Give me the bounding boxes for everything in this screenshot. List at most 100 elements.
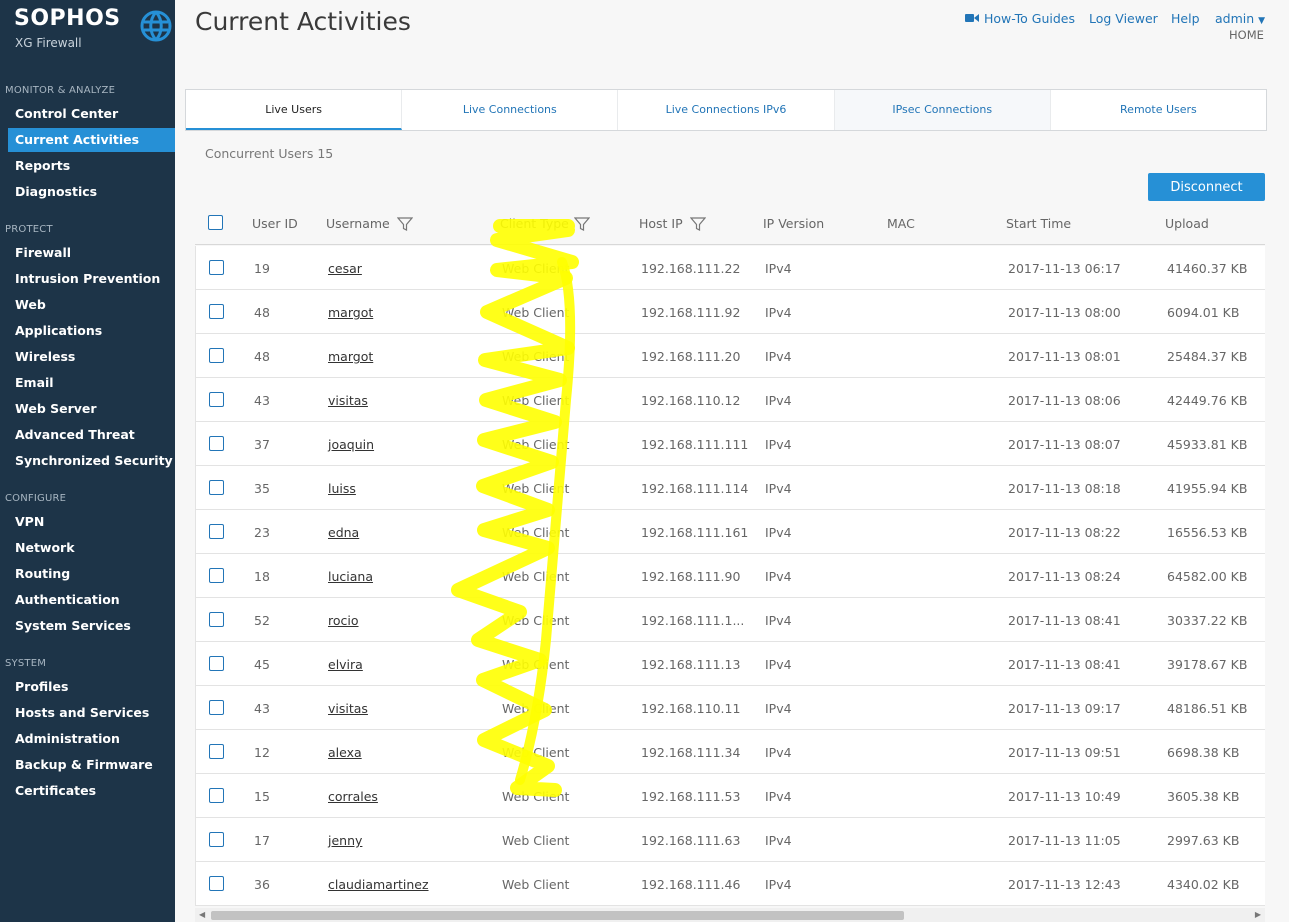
row-checkbox[interactable] <box>209 392 224 407</box>
sidebar-item-web-server[interactable]: Web Server <box>8 397 175 421</box>
sidebar-item-routing[interactable]: Routing <box>8 562 175 586</box>
filter-icon[interactable] <box>397 216 413 232</box>
row-checkbox[interactable] <box>209 568 224 583</box>
row-checkbox[interactable] <box>209 612 224 627</box>
table-row[interactable]: 43 visitas Web Client 192.168.110.12 IPv4 201… <box>195 378 1265 422</box>
table-row[interactable]: 17 jenny Web Client 192.168.111.63 IPv4 2017-… <box>195 818 1265 862</box>
sidebar-item-current-activities[interactable]: Current Activities <box>8 128 175 152</box>
row-checkbox[interactable] <box>209 656 224 671</box>
sidebar-item-administration[interactable]: Administration <box>8 727 175 751</box>
column-header-upload[interactable]: Upload <box>1165 216 1209 231</box>
cell-start: 2017-11-13 08:18 <box>1008 481 1121 496</box>
sidebar-item-email[interactable]: Email <box>8 371 175 395</box>
table-row[interactable]: 45 elvira Web Client 192.168.111.13 IPv4 2017… <box>195 642 1265 686</box>
table-row[interactable]: 36 claudiamartinez Web Client 192.168.111.4… <box>195 862 1265 906</box>
username-link[interactable]: cesar <box>328 261 362 276</box>
username-link[interactable]: joaquin <box>328 437 374 452</box>
table-row[interactable]: 18 luciana Web Client 192.168.111.90 IPv4 201… <box>195 554 1265 598</box>
username-link[interactable]: margot <box>328 305 373 320</box>
disconnect-button[interactable]: Disconnect <box>1148 173 1265 201</box>
table-row[interactable]: 48 margot Web Client 192.168.111.20 IPv4 2017… <box>195 334 1265 378</box>
sidebar-item-backup-firmware[interactable]: Backup & Firmware <box>8 753 175 777</box>
row-checkbox[interactable] <box>209 832 224 847</box>
table-row[interactable]: 19 cesar Web Client 192.168.111.22 IPv4 2017-… <box>195 246 1265 290</box>
admin-menu[interactable]: admin ▼ <box>1215 11 1265 26</box>
sidebar-item-authentication[interactable]: Authentication <box>8 588 175 612</box>
column-header-host-ip[interactable]: Host IP <box>639 216 683 231</box>
column-header-ip-version[interactable]: IP Version <box>763 216 824 231</box>
log-viewer-link[interactable]: Log Viewer <box>1089 11 1158 26</box>
cell-upload: 41460.37 KB <box>1167 261 1248 276</box>
sidebar-item-synchronized-security[interactable]: Synchronized Security <box>8 449 175 473</box>
sidebar-item-web[interactable]: Web <box>8 293 175 317</box>
table-row[interactable]: 35 luiss Web Client 192.168.111.114 IPv4 2017… <box>195 466 1265 510</box>
scrollbar-thumb[interactable] <box>211 911 904 920</box>
row-checkbox[interactable] <box>209 260 224 275</box>
sidebar-item-network[interactable]: Network <box>8 536 175 560</box>
horizontal-scrollbar[interactable]: ◀ ▶ <box>195 908 1265 922</box>
select-all-checkbox[interactable] <box>208 215 223 230</box>
sidebar-item-intrusion-prevention[interactable]: Intrusion Prevention <box>8 267 175 291</box>
sophos-logo[interactable]: SOPHOS XG Firewall <box>14 6 172 50</box>
username-link[interactable]: jenny <box>328 833 362 848</box>
cell-upload: 6094.01 KB <box>1167 305 1240 320</box>
cell-client: Web Client <box>502 525 570 540</box>
sidebar-item-diagnostics[interactable]: Diagnostics <box>8 180 175 204</box>
column-header-username[interactable]: Username <box>326 216 390 231</box>
scroll-right-icon[interactable]: ▶ <box>1255 910 1261 919</box>
sidebar-item-wireless[interactable]: Wireless <box>8 345 175 369</box>
sidebar-item-profiles[interactable]: Profiles <box>8 675 175 699</box>
sidebar-item-firewall[interactable]: Firewall <box>8 241 175 265</box>
username-link[interactable]: luiss <box>328 481 356 496</box>
sidebar-item-certificates[interactable]: Certificates <box>8 779 175 803</box>
sidebar-item-control-center[interactable]: Control Center <box>8 102 175 126</box>
row-checkbox[interactable] <box>209 436 224 451</box>
sidebar-item-applications[interactable]: Applications <box>8 319 175 343</box>
filter-icon[interactable] <box>690 216 706 232</box>
tab-ipsec-connections[interactable]: IPsec Connections <box>834 90 1051 130</box>
how-to-guides-link[interactable]: How-To Guides <box>984 11 1075 26</box>
column-header-client-type[interactable]: Client Type <box>500 216 569 231</box>
row-checkbox[interactable] <box>209 744 224 759</box>
row-checkbox[interactable] <box>209 480 224 495</box>
username-link[interactable]: corrales <box>328 789 378 804</box>
row-checkbox[interactable] <box>209 700 224 715</box>
sidebar-item-system-services[interactable]: System Services <box>8 614 175 638</box>
table-row[interactable]: 48 margot Web Client 192.168.111.92 IPv4 2017… <box>195 290 1265 334</box>
row-checkbox[interactable] <box>209 876 224 891</box>
column-header-start-time[interactable]: Start Time <box>1006 216 1071 231</box>
column-header-user-id[interactable]: User ID <box>252 216 298 231</box>
help-link[interactable]: Help <box>1171 11 1200 26</box>
username-link[interactable]: luciana <box>328 569 373 584</box>
sidebar-item-reports[interactable]: Reports <box>8 154 175 178</box>
row-checkbox[interactable] <box>209 788 224 803</box>
filter-icon[interactable] <box>574 216 590 232</box>
table-row[interactable]: 37 joaquin Web Client 192.168.111.111 IPv4 20… <box>195 422 1265 466</box>
username-link[interactable]: edna <box>328 525 359 540</box>
sidebar: SOPHOS XG Firewall MONITOR & ANALYZE Cont… <box>0 0 175 922</box>
username-link[interactable]: alexa <box>328 745 362 760</box>
table-row[interactable]: 12 alexa Web Client 192.168.111.34 IPv4 2017-… <box>195 730 1265 774</box>
row-checkbox[interactable] <box>209 304 224 319</box>
table-row[interactable]: 52 rocio Web Client 192.168.111.1... IPv4 201… <box>195 598 1265 642</box>
sidebar-item-vpn[interactable]: VPN <box>8 510 175 534</box>
scroll-left-icon[interactable]: ◀ <box>199 910 205 919</box>
tab-live-connections[interactable]: Live Connections <box>402 90 619 130</box>
row-checkbox[interactable] <box>209 524 224 539</box>
username-link[interactable]: margot <box>328 349 373 364</box>
tab-live-connections-ipv6[interactable]: Live Connections IPv6 <box>618 90 835 130</box>
table-row[interactable]: 23 edna Web Client 192.168.111.161 IPv4 2017-… <box>195 510 1265 554</box>
username-link[interactable]: elvira <box>328 657 363 672</box>
sidebar-item-advanced-threat[interactable]: Advanced Threat <box>8 423 175 447</box>
table-row[interactable]: 43 visitas Web Client 192.168.110.11 IPv4 201… <box>195 686 1265 730</box>
tab-remote-users[interactable]: Remote Users <box>1051 90 1266 130</box>
table-row[interactable]: 15 corrales Web Client 192.168.111.53 IPv4 20… <box>195 774 1265 818</box>
username-link[interactable]: visitas <box>328 701 368 716</box>
username-link[interactable]: claudiamartinez <box>328 877 429 892</box>
username-link[interactable]: visitas <box>328 393 368 408</box>
column-header-mac[interactable]: MAC <box>887 216 915 231</box>
row-checkbox[interactable] <box>209 348 224 363</box>
username-link[interactable]: rocio <box>328 613 359 628</box>
sidebar-item-hosts-and-services[interactable]: Hosts and Services <box>8 701 175 725</box>
tab-live-users[interactable]: Live Users <box>186 90 403 130</box>
